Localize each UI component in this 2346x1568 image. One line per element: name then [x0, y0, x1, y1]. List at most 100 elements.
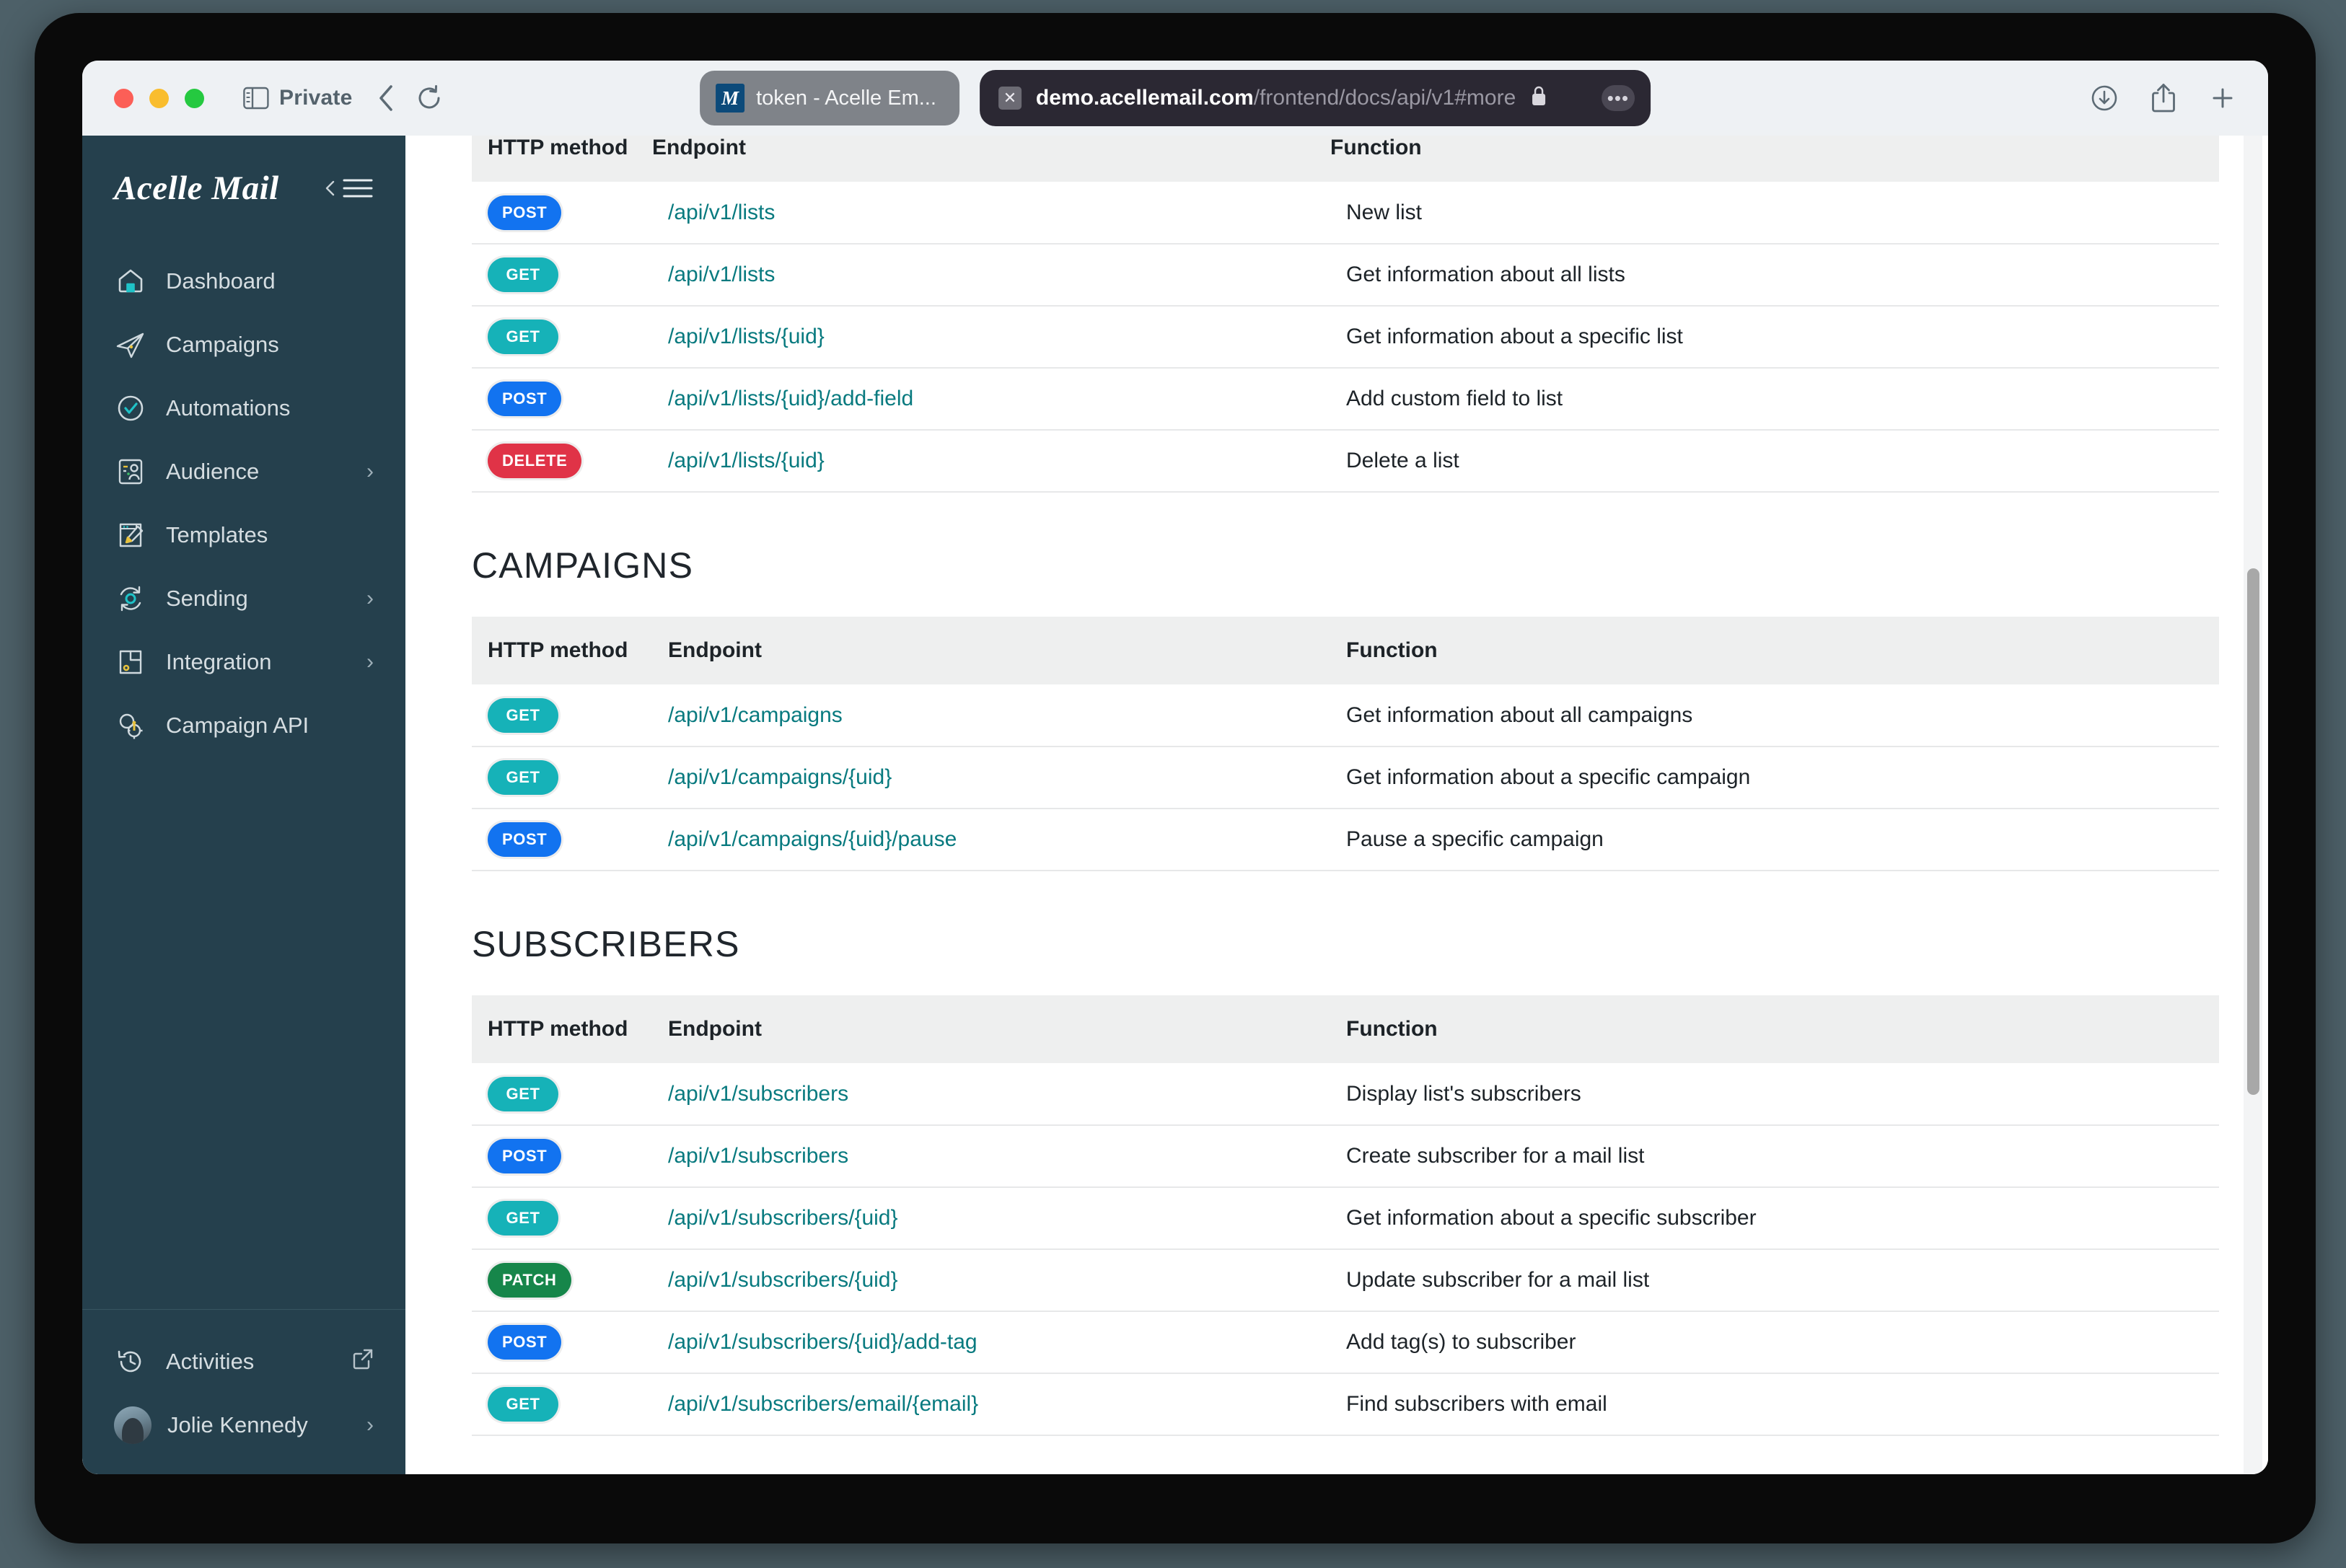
endpoint-link[interactable]: /api/v1/subscribers/{uid}	[668, 1268, 898, 1292]
maximize-window-button[interactable]	[185, 88, 204, 108]
endpoint-link[interactable]: /api/v1/lists	[668, 263, 775, 286]
method-cell: GET	[472, 1373, 652, 1436]
method-badge: POST	[488, 382, 562, 416]
endpoint-cell: /api/v1/campaigns	[652, 684, 1330, 747]
method-cell: GET	[472, 684, 652, 747]
history-icon	[114, 1345, 147, 1378]
endpoint-link[interactable]: /api/v1/campaigns/{uid}	[668, 765, 892, 789]
table-row[interactable]: POST /api/v1/subscribers Create subscrib…	[472, 1125, 2219, 1188]
table-row[interactable]: POST /api/v1/subscribers/{uid}/add-tag A…	[472, 1311, 2219, 1374]
endpoint-link[interactable]: /api/v1/lists/{uid}	[668, 325, 825, 348]
endpoint-cell: /api/v1/lists	[652, 244, 1330, 307]
endpoint-link[interactable]: /api/v1/lists/{uid}	[668, 449, 825, 472]
endpoint-link[interactable]: /api/v1/subscribers/{uid}	[668, 1206, 898, 1230]
table-row[interactable]: GET /api/v1/lists/{uid} Get information …	[472, 306, 2219, 369]
table-row[interactable]: GET /api/v1/subscribers/{uid} Get inform…	[472, 1187, 2219, 1250]
sidebar-item-campaign-api[interactable]: Campaign API	[82, 694, 405, 757]
endpoint-link[interactable]: /api/v1/subscribers	[668, 1144, 848, 1168]
sidebar-item-label: Sending	[166, 586, 248, 611]
minimize-window-button[interactable]	[149, 88, 169, 108]
tab-title: token - Acelle Em...	[756, 86, 936, 110]
campaigns-endpoints-table: HTTP method Endpoint Function GET /api/v…	[472, 617, 2219, 871]
table-row[interactable]: GET /api/v1/lists Get information about …	[472, 244, 2219, 307]
column-header-function: Function	[1330, 995, 2219, 1063]
address-bar[interactable]: ✕ demo.acellemail.com/frontend/docs/api/…	[979, 70, 1651, 126]
endpoint-link[interactable]: /api/v1/lists	[668, 201, 775, 224]
table-row[interactable]: GET /api/v1/subscribers Display list's s…	[472, 1063, 2219, 1126]
function-cell: Update subscriber for a mail list	[1330, 1249, 2219, 1312]
endpoint-link[interactable]: /api/v1/lists/{uid}/add-field	[668, 387, 913, 410]
sidebar-item-integration[interactable]: Integration ›	[82, 630, 405, 694]
back-button[interactable]	[377, 84, 395, 112]
endpoint-link[interactable]: /api/v1/subscribers/{uid}/add-tag	[668, 1330, 978, 1354]
share-icon[interactable]	[2151, 83, 2176, 113]
column-header-method: HTTP method	[472, 995, 652, 1063]
function-cell: Find subscribers with email	[1330, 1373, 2219, 1436]
sidebar-item-dashboard[interactable]: Dashboard	[82, 250, 405, 313]
chevron-right-icon: ›	[366, 1413, 374, 1437]
endpoint-link[interactable]: /api/v1/subscribers/email/{email}	[668, 1392, 978, 1416]
api-docs-content: HTTP method Endpoint Function POST /api/…	[405, 136, 2268, 1474]
endpoint-cell: /api/v1/subscribers	[652, 1125, 1330, 1188]
collapse-sidebar-icon[interactable]	[322, 176, 374, 201]
scrollbar-thumb[interactable]	[2247, 568, 2259, 1095]
endpoint-link[interactable]: /api/v1/campaigns/{uid}/pause	[668, 827, 957, 851]
method-cell: GET	[472, 1063, 652, 1126]
page-menu-button[interactable]: •••	[1601, 85, 1635, 111]
sidebar-nav: Dashboard Campaigns Automations Audience…	[82, 250, 405, 757]
sidebar-item-templates[interactable]: Templates	[82, 503, 405, 567]
table-row[interactable]: GET /api/v1/campaigns Get information ab…	[472, 684, 2219, 747]
chevron-right-icon: ›	[366, 459, 374, 483]
sidebar-item-user-profile[interactable]: Jolie Kennedy ›	[82, 1393, 405, 1457]
method-cell: POST	[472, 1311, 652, 1374]
address-bar-url: demo.acellemail.com/frontend/docs/api/v1…	[1036, 86, 1516, 110]
subscribers-endpoints-table: HTTP method Endpoint Function GET /api/v…	[472, 995, 2219, 1436]
close-icon[interactable]: ✕	[998, 87, 1022, 110]
content-scrollbar[interactable]	[2244, 136, 2262, 1474]
method-badge: POST	[488, 1139, 562, 1173]
chevron-right-icon: ›	[366, 650, 374, 674]
table-row[interactable]: POST /api/v1/lists New list	[472, 182, 2219, 245]
api-gear-icon	[114, 709, 147, 742]
method-cell: POST	[472, 1125, 652, 1188]
sidebar-item-sending[interactable]: Sending ›	[82, 567, 405, 630]
device-frame: Private M token - Acelle Em... ✕ demo.ac…	[35, 13, 2316, 1543]
lists-endpoints-table: POST /api/v1/lists New list GET /api/v1/…	[472, 182, 2219, 493]
function-cell: Add tag(s) to subscriber	[1330, 1311, 2219, 1374]
function-cell: New list	[1330, 182, 2219, 245]
section-title-campaigns: CAMPAIGNS	[472, 545, 694, 586]
plus-icon[interactable]	[2209, 84, 2236, 112]
reload-button[interactable]	[417, 85, 441, 111]
method-badge: GET	[488, 1387, 558, 1422]
section-title-subscribers: SUBSCRIBERS	[472, 924, 740, 964]
sidebar-item-label: Dashboard	[166, 268, 276, 294]
browser-tab[interactable]: M token - Acelle Em...	[700, 71, 959, 125]
sidebar-item-audience[interactable]: Audience ›	[82, 440, 405, 503]
table-row[interactable]: POST /api/v1/campaigns/{uid}/pause Pause…	[472, 809, 2219, 871]
sidebar-item-activities[interactable]: Activities	[82, 1330, 405, 1393]
method-badge: PATCH	[488, 1263, 571, 1298]
close-window-button[interactable]	[114, 88, 133, 108]
endpoint-cell: /api/v1/campaigns/{uid}	[652, 746, 1330, 809]
download-icon[interactable]	[2091, 84, 2118, 112]
avatar	[114, 1406, 151, 1444]
table-row[interactable]: GET /api/v1/subscribers/email/{email} Fi…	[472, 1373, 2219, 1436]
brand-logo[interactable]: Acelle Mail	[114, 169, 279, 208]
sidebar-item-automations[interactable]: Automations	[82, 376, 405, 440]
endpoint-link[interactable]: /api/v1/campaigns	[668, 703, 843, 727]
sidebar-icon[interactable]	[243, 87, 269, 110]
method-badge: GET	[488, 1076, 558, 1111]
table-row[interactable]: DELETE /api/v1/lists/{uid} Delete a list	[472, 430, 2219, 493]
table-row[interactable]: POST /api/v1/lists/{uid}/add-field Add c…	[472, 368, 2219, 431]
table-row[interactable]: GET /api/v1/campaigns/{uid} Get informat…	[472, 746, 2219, 809]
url-path: /frontend/docs/api/v1#more	[1253, 86, 1516, 110]
endpoint-link[interactable]: /api/v1/subscribers	[668, 1082, 848, 1106]
table-row[interactable]: PATCH /api/v1/subscribers/{uid} Update s…	[472, 1249, 2219, 1312]
method-cell: PATCH	[472, 1249, 652, 1312]
function-cell: Get information about a specific subscri…	[1330, 1187, 2219, 1250]
sidebar-item-campaigns[interactable]: Campaigns	[82, 313, 405, 376]
method-badge: POST	[488, 1325, 562, 1360]
method-badge: POST	[488, 195, 562, 230]
function-cell: Pause a specific campaign	[1330, 809, 2219, 871]
user-name-label: Jolie Kennedy	[167, 1412, 308, 1437]
